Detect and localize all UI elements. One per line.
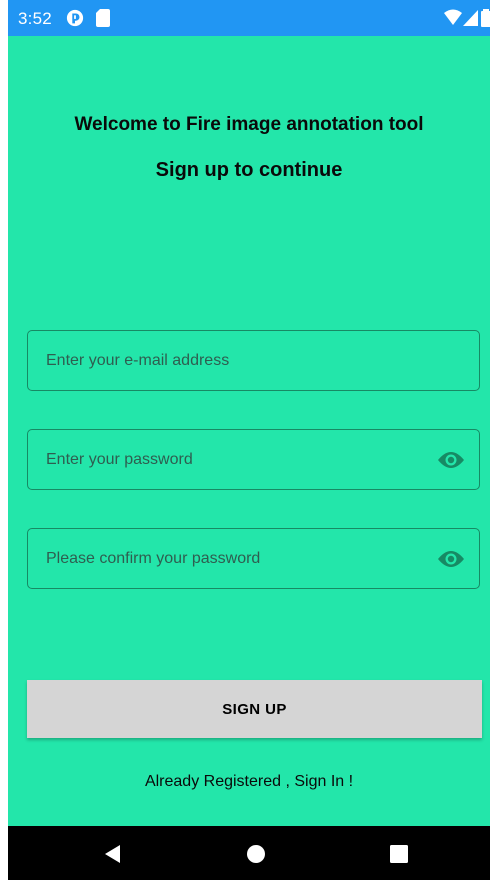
battery-icon bbox=[481, 9, 490, 27]
app-screen: 3:52 Welcome to Fire image annotation to… bbox=[8, 0, 490, 880]
app-notification-icon bbox=[66, 9, 84, 27]
back-icon[interactable] bbox=[102, 843, 124, 865]
signal-icon bbox=[463, 10, 478, 26]
password-field[interactable] bbox=[27, 429, 480, 490]
wifi-icon bbox=[444, 9, 462, 25]
password-input[interactable] bbox=[46, 430, 426, 489]
welcome-title: Welcome to Fire image annotation tool bbox=[74, 114, 424, 135]
recents-icon[interactable] bbox=[388, 843, 410, 865]
eye-icon[interactable] bbox=[437, 548, 465, 570]
home-icon[interactable] bbox=[245, 843, 267, 865]
email-field[interactable] bbox=[27, 330, 480, 391]
signup-subtitle: Sign up to continue bbox=[155, 159, 343, 181]
eye-icon[interactable] bbox=[437, 449, 465, 471]
navigation-bar bbox=[8, 826, 490, 880]
signin-link[interactable]: Already Registered , Sign In ! bbox=[8, 773, 490, 791]
status-time: 3:52 bbox=[18, 9, 52, 28]
signup-button[interactable]: SIGN UP bbox=[27, 680, 482, 738]
confirm-password-input[interactable] bbox=[46, 529, 426, 588]
email-input[interactable] bbox=[46, 331, 426, 390]
status-bar: 3:52 bbox=[8, 0, 490, 36]
confirm-password-field[interactable] bbox=[27, 528, 480, 589]
sd-card-icon bbox=[96, 9, 110, 27]
